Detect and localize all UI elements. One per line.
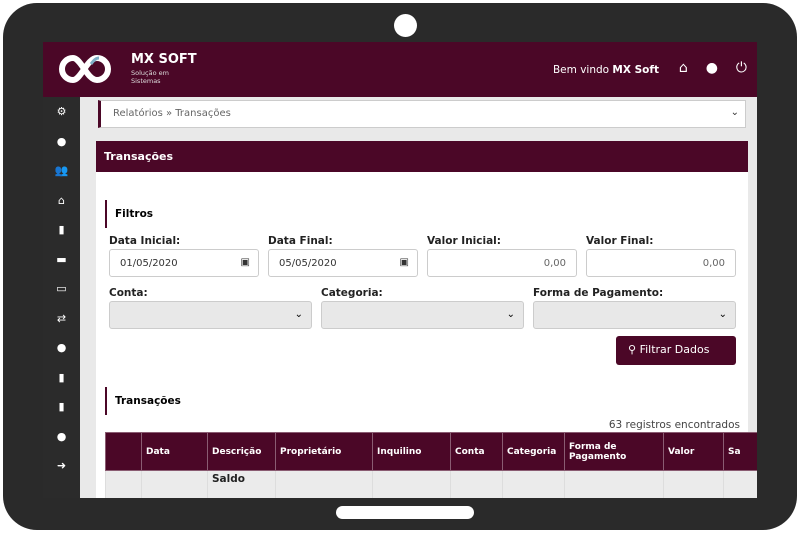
tagline-line: Solução em bbox=[131, 69, 169, 77]
arrow-right-icon[interactable]: ➜ bbox=[43, 451, 80, 481]
valor-inicial-input[interactable]: 0,00 bbox=[427, 249, 577, 277]
record-count: 63 registros encontrados bbox=[608, 419, 740, 431]
chevron-down-icon: ⌄ bbox=[718, 309, 727, 320]
screen: MX SOFT Solução em Sistemas Bem vindo MX … bbox=[43, 42, 757, 498]
data-inicial-label: Data Inicial: bbox=[109, 235, 181, 247]
cell bbox=[450, 470, 503, 498]
document-icon[interactable]: ▮ bbox=[43, 363, 80, 393]
col-header bbox=[105, 432, 142, 471]
conta-select[interactable]: ⌄ bbox=[109, 301, 312, 329]
card-icon[interactable]: ▭ bbox=[43, 274, 80, 304]
user-icon[interactable]: ● bbox=[706, 60, 718, 76]
button-label: Filtrar Dados bbox=[639, 343, 710, 356]
col-header[interactable]: Descrição bbox=[207, 432, 276, 471]
user-name: MX Soft bbox=[612, 64, 659, 76]
col-header[interactable]: Categoria bbox=[502, 432, 565, 471]
col-header[interactable]: Conta bbox=[450, 432, 503, 471]
cell bbox=[564, 470, 664, 498]
forma-label: Forma de Pagamento: bbox=[533, 287, 664, 299]
calendar-icon[interactable]: ▣ bbox=[241, 257, 250, 268]
valor-final-label: Valor Final: bbox=[586, 235, 654, 247]
data-inicial-value: 01/05/2020 bbox=[120, 258, 178, 269]
home-bar bbox=[336, 506, 474, 519]
data-inicial-input[interactable]: 01/05/2020 ▣ bbox=[109, 249, 259, 277]
brand-tagline: Solução em Sistemas bbox=[131, 69, 169, 85]
welcome-text: Bem vindo MX Soft bbox=[553, 64, 659, 76]
chevron-down-icon: ⌄ bbox=[294, 309, 303, 320]
camera bbox=[394, 14, 417, 37]
calendar-icon[interactable]: ▣ bbox=[400, 257, 409, 268]
data-final-input[interactable]: 05/05/2020 ▣ bbox=[268, 249, 418, 277]
comments-icon[interactable]: ● bbox=[43, 333, 80, 363]
home-icon[interactable]: ⌂ bbox=[679, 60, 688, 76]
filtrar-dados-button[interactable]: ⚲ Filtrar Dados bbox=[616, 336, 736, 365]
transactions-table: Data Descrição Proprietário Inquilino Co… bbox=[105, 432, 757, 498]
top-header: MX SOFT Solução em Sistemas Bem vindo MX … bbox=[43, 42, 757, 97]
cell bbox=[275, 470, 373, 498]
conta-label: Conta: bbox=[109, 287, 148, 299]
cell bbox=[105, 470, 142, 498]
book-icon[interactable]: ▮ bbox=[43, 392, 80, 422]
col-header[interactable]: Proprietário bbox=[275, 432, 373, 471]
power-icon[interactable]: ⏻ bbox=[736, 60, 747, 76]
page-title: Transações bbox=[96, 141, 748, 172]
chevron-down-icon: ⌄ bbox=[730, 107, 739, 118]
col-header[interactable]: Valor bbox=[663, 432, 724, 471]
breadcrumb: Relatórios » Transações bbox=[113, 108, 231, 119]
results-title: Transações bbox=[105, 387, 181, 415]
chevron-down-icon: ⌄ bbox=[506, 309, 515, 320]
col-header[interactable]: Inquilino bbox=[372, 432, 451, 471]
filters-panel: Filtros Data Inicial: Data Final: Valor … bbox=[96, 172, 757, 498]
cell bbox=[372, 470, 451, 498]
cogs-icon[interactable]: ⚙ bbox=[43, 97, 80, 127]
categoria-label: Categoria: bbox=[321, 287, 383, 299]
breadcrumb-select[interactable]: Relatórios » Transações ⌄ bbox=[98, 100, 746, 128]
table-row: Saldo bbox=[105, 470, 757, 498]
data-final-value: 05/05/2020 bbox=[279, 258, 337, 269]
filters-title: Filtros bbox=[105, 200, 153, 228]
cell bbox=[141, 470, 208, 498]
forma-pagamento-select[interactable]: ⌄ bbox=[533, 301, 736, 329]
cell bbox=[502, 470, 565, 498]
exchange-icon[interactable]: ⇄ bbox=[43, 304, 80, 334]
file-icon[interactable]: ▮ bbox=[43, 215, 80, 245]
globe-icon[interactable]: ● bbox=[43, 127, 80, 157]
col-header[interactable]: Data bbox=[141, 432, 208, 471]
categoria-select[interactable]: ⌄ bbox=[321, 301, 524, 329]
col-header[interactable]: Sa bbox=[723, 432, 757, 471]
valor-inicial-label: Valor Inicial: bbox=[427, 235, 501, 247]
user-icon[interactable]: ● bbox=[43, 422, 80, 452]
cell: Saldo bbox=[207, 470, 276, 498]
cell bbox=[663, 470, 724, 498]
tagline-line: Sistemas bbox=[131, 77, 161, 85]
col-header[interactable]: Forma de Pagamento bbox=[564, 432, 664, 471]
welcome-label: Bem vindo bbox=[552, 64, 613, 76]
search-icon: ⚲ bbox=[628, 343, 637, 356]
valor-final-input[interactable]: 0,00 bbox=[586, 249, 736, 277]
brand-name: MX SOFT bbox=[131, 52, 197, 67]
logo-infinity-icon bbox=[59, 54, 111, 84]
home-icon[interactable]: ⌂ bbox=[43, 186, 80, 216]
table-header-row: Data Descrição Proprietário Inquilino Co… bbox=[105, 432, 757, 471]
users-icon[interactable]: 👥 bbox=[43, 156, 80, 186]
data-final-label: Data Final: bbox=[268, 235, 333, 247]
sidebar: ⚙ ● 👥 ⌂ ▮ ▬ ▭ ⇄ ● ▮ ▮ ● ➜ bbox=[43, 97, 80, 498]
cell bbox=[723, 470, 757, 498]
money-icon[interactable]: ▬ bbox=[43, 245, 80, 275]
